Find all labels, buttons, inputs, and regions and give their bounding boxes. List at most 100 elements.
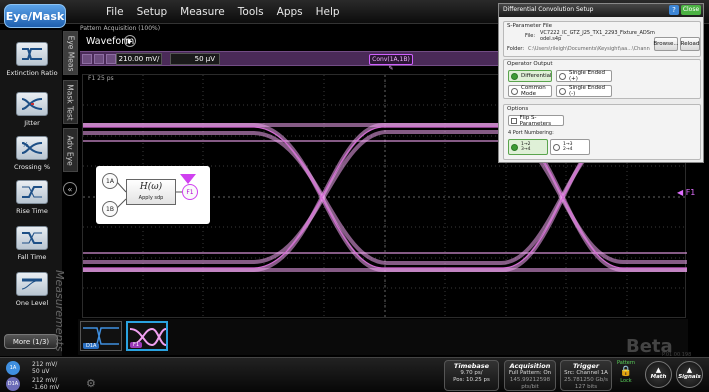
f1-level-marker[interactable]: ◀ F1 (677, 188, 695, 197)
menu-items: File Setup Measure Tools Apps Help (106, 6, 340, 18)
thumbnail-f1-label: F1 (130, 342, 143, 348)
menu-setup[interactable]: Setup (137, 6, 168, 18)
gear-icon[interactable]: ⚙ (86, 378, 98, 390)
extinction-ratio-label: Extinction Ratio (6, 69, 58, 77)
timebase-scale: 9.70 ps/ (460, 370, 483, 376)
channel-1a-badge[interactable]: 1A (6, 361, 20, 375)
crossing-percent-button[interactable]: % Crossing % (4, 136, 60, 184)
signals-button[interactable]: ▲ Signals (676, 361, 703, 388)
port-option-1-label: 1→2 3→4 (521, 142, 531, 152)
sparameter-group-title: S-Parameter File (507, 23, 553, 29)
differential-convolution-dialog: Differential Convolution Setup ? Close S… (498, 3, 704, 163)
radio-differential[interactable]: Differential (508, 70, 552, 82)
dialog-title-bar[interactable]: Differential Convolution Setup ? Close (499, 4, 703, 17)
collapse-panel-icon[interactable]: « (63, 182, 77, 196)
rise-time-label: Rise Time (16, 207, 48, 215)
one-level-icon (16, 272, 48, 296)
close-button[interactable]: Close (681, 5, 701, 15)
math-button[interactable]: ▲ Math (645, 361, 672, 388)
folder-value: C:\Users\rileigh\Documents\Keysight\aa..… (528, 46, 650, 52)
scale-square-3-icon[interactable] (106, 54, 116, 64)
fall-time-button[interactable]: Fall Time (4, 226, 60, 274)
status-bar: 1A 212 mV/ 50 uV D1A 212 mV/ -1.60 mV ⚙ … (0, 357, 709, 392)
reload-button[interactable]: Reload (680, 37, 700, 51)
thumbnail-d1a-label: D1A (83, 343, 100, 349)
signals-label: Signals (678, 374, 701, 380)
menu-apps[interactable]: Apps (277, 6, 303, 18)
measurements-vertical-label: Measurements (53, 270, 66, 352)
one-level-button[interactable]: One Level (4, 272, 60, 320)
acquisition-pts-per-bit: 145.99212598 pts/bit (509, 377, 551, 390)
rise-time-button[interactable]: Rise Time (4, 180, 60, 228)
timebase-panel[interactable]: Timebase 9.70 ps/ Pos: 10.25 ps (444, 360, 499, 391)
channel-d1a-settings[interactable]: 212 mV/ -1.60 mV (32, 377, 59, 391)
lock-icon: 🔒 (619, 366, 633, 377)
file-value-line-2: odel.s4p (540, 36, 562, 42)
more-measurements-button[interactable]: More (1/3) (4, 334, 58, 349)
eye-mask-app-button[interactable]: Eye/Mask (4, 4, 66, 28)
menu-help[interactable]: Help (316, 6, 340, 18)
jitter-button[interactable]: Jitter (4, 92, 60, 140)
one-level-label: One Level (15, 299, 49, 307)
math-label: Math (650, 374, 667, 380)
pattern-status: Lock (620, 378, 632, 384)
radio-single-ended-minus[interactable]: Single Ended (-) (556, 85, 612, 97)
radio-port-1-2[interactable]: 1→2 3→4 (508, 139, 548, 155)
chevron-up-icon: ▲ (655, 366, 662, 374)
thumbnail-d1a[interactable]: D1A (80, 321, 122, 351)
extinction-ratio-button[interactable]: Extinction Ratio (4, 42, 60, 90)
channel-1a-settings[interactable]: 212 mV/ 50 uV (32, 361, 57, 375)
plot-trace-label: F1 25 ps (88, 75, 114, 82)
rise-time-icon (16, 180, 48, 204)
radio-single-ended-plus-label: Single Ended (+) (569, 70, 605, 82)
menu-tools[interactable]: Tools (238, 6, 264, 18)
tab-adv-eye-label: Adv Eye (66, 134, 75, 166)
trigger-panel[interactable]: Trigger Src: Channel 1A 25.781250 Gb/s 1… (560, 360, 612, 391)
acquisition-panel[interactable]: Acquisition Full Pattern: On 145.9921259… (504, 360, 556, 391)
port-1a: 1A (102, 173, 118, 189)
svg-text:%: % (22, 141, 29, 149)
app-window: File Setup Measure Tools Apps Help Eye/M… (0, 0, 709, 392)
radio-port-1-3[interactable]: 1→3 2→4 (550, 139, 590, 155)
timebase-position: Pos: 10.25 ps (453, 377, 490, 383)
menu-measure[interactable]: Measure (180, 6, 225, 18)
tab-eye-meas[interactable]: Eye Meas (63, 31, 78, 75)
jitter-icon (16, 92, 48, 116)
flip-sparameters-checkbox[interactable]: Flip S-Parameters (508, 115, 564, 127)
scale-square-1-icon[interactable] (82, 54, 92, 64)
vertical-scale-field[interactable]: 210.00 mV/ (116, 53, 162, 65)
trigger-source: Src: Channel 1A (564, 370, 608, 376)
vertical-offset-field[interactable]: 50 µV (170, 53, 220, 65)
waveform-scale-bar: 210.00 mV/ 50 µV Conv(1A,1B) ✎ (80, 51, 500, 72)
tab-adv-eye[interactable]: Adv Eye (63, 128, 78, 172)
tab-mask-test[interactable]: Mask Test (63, 80, 78, 124)
operator-output-group: Operator Output Differential Single Ende… (503, 59, 701, 99)
radio-single-ended-plus[interactable]: Single Ended (+) (556, 70, 612, 82)
acquisition-progress-label: Pattern Acquisition (100%) (80, 25, 161, 32)
scale-square-2-icon[interactable] (94, 54, 104, 64)
chevron-up-icon: ▲ (686, 366, 693, 374)
help-button[interactable]: ? (669, 5, 679, 15)
transfer-function-label: H(ω) (139, 182, 163, 192)
channel-d1a-offset: -1.60 mV (32, 384, 60, 391)
conv-function-chip[interactable]: Conv(1A,1B) ✎ (369, 54, 413, 72)
extinction-ratio-icon (16, 42, 48, 66)
port-f1: F1 (182, 184, 198, 200)
port-option-2-bottom: 2→4 (563, 147, 573, 152)
browse-button[interactable]: Browse... (653, 37, 679, 51)
thumbnail-f1[interactable]: F1 (126, 321, 168, 351)
conv-function-label: Conv(1A,1B) (372, 56, 410, 63)
convolution-block-diagram[interactable]: 1A 1B H(ω) Apply sdp F1 (96, 166, 210, 224)
pattern-lock-indicator[interactable]: Pattern 🔒 Lock (616, 360, 636, 391)
options-group-title: Options (507, 106, 529, 112)
crossing-percent-label: Crossing % (13, 163, 51, 171)
channel-1a-scale: 212 mV/ (32, 361, 58, 368)
fall-time-icon (16, 226, 48, 250)
transfer-function-block[interactable]: H(ω) Apply sdp (126, 179, 176, 205)
menu-file[interactable]: File (106, 6, 124, 18)
channel-d1a-badge[interactable]: D1A (6, 377, 20, 391)
play-icon[interactable]: ▶ (124, 35, 136, 47)
port-option-2-label: 1→3 2→4 (563, 142, 573, 152)
tab-mask-test-label: Mask Test (66, 83, 76, 121)
radio-common-mode[interactable]: Common Mode (508, 85, 552, 97)
